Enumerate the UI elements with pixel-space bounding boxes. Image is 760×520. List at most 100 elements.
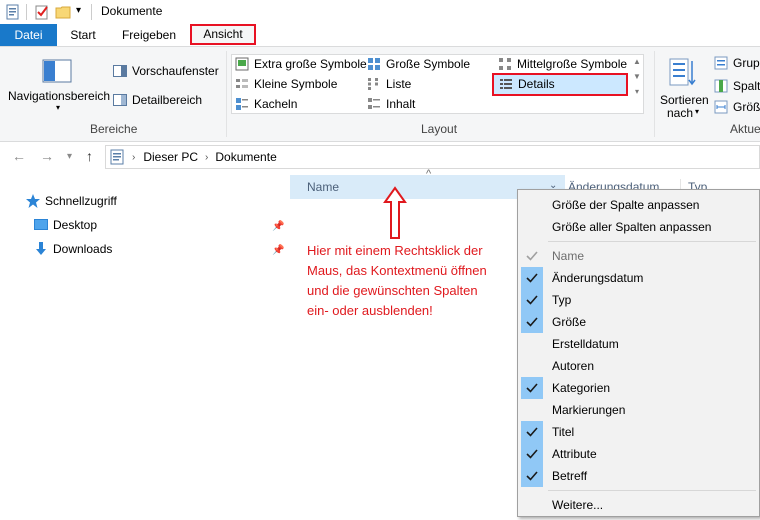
dropdown-arrow-icon: ▾: [695, 107, 700, 116]
medium-icons-icon: [499, 58, 511, 70]
menu-item-label: Kategorien: [552, 381, 611, 395]
bereiche-group-label: Bereiche: [90, 122, 138, 136]
forward-arrow-icon[interactable]: →: [40, 148, 54, 164]
menu-item-label: Änderungsdatum: [552, 271, 644, 285]
menu-item-label: Betreff: [552, 469, 588, 483]
detailbereich-label: Detailbereich: [132, 93, 203, 107]
menu-item-label: Markierungen: [552, 403, 626, 417]
menu-item-alle-spalten-anpassen[interactable]: Größe aller Spalten anpassen: [518, 216, 759, 238]
checkmark-icon: [521, 245, 543, 267]
checkmark-icon: [521, 311, 543, 333]
back-arrow-icon[interactable]: ←: [12, 148, 26, 164]
preview-pane-icon: [113, 65, 127, 77]
layout-kacheln[interactable]: Kacheln: [235, 95, 297, 113]
small-icons-icon: [236, 79, 248, 88]
checkmark-icon: [521, 421, 543, 443]
checkmark-icon: [521, 443, 543, 465]
annotation-line: Maus, das Kontextmenü öffnen: [307, 263, 487, 278]
menu-item-markierungen[interactable]: Markierungen: [518, 399, 759, 421]
menu-item-weitere[interactable]: Weitere...: [518, 494, 759, 516]
up-arrow-icon[interactable]: ↑: [86, 148, 93, 164]
menu-item-label: Attribute: [552, 447, 597, 461]
layout-extra-gross[interactable]: Extra große Symbole: [235, 55, 367, 73]
layout-item-label: Inhalt: [386, 97, 416, 111]
pin-icon[interactable]: 📌: [272, 221, 284, 232]
vorschaufenster-label: Vorschaufenster: [132, 64, 219, 78]
navigation-pane-icon: [42, 59, 72, 83]
menu-item-attribute[interactable]: Attribute: [518, 443, 759, 465]
spalten-label: Spalte: [733, 79, 760, 93]
details-pane-icon: [113, 94, 127, 106]
ribbon-tabs: Datei Start Freigeben Ansicht: [0, 24, 760, 46]
sortieren-label: Sortieren: [660, 93, 709, 107]
tab-datei[interactable]: Datei: [0, 24, 57, 46]
star-icon: [26, 194, 40, 208]
gruppieren-button[interactable]: Grupp: [714, 54, 760, 72]
chevron-right-icon: ›: [205, 151, 209, 163]
documents-icon: [110, 149, 124, 165]
layout-gross[interactable]: Große Symbole: [367, 55, 470, 73]
breadcrumb-dokumente[interactable]: Dokumente: [215, 150, 276, 164]
navigationsbereich-button[interactable]: Navigationsbereich ▾: [6, 57, 110, 112]
details-icon: [500, 79, 512, 89]
pin-icon[interactable]: 📌: [272, 245, 284, 256]
layout-liste[interactable]: Liste: [367, 75, 411, 93]
annotation-line: Hier mit einem Rechtsklick der: [307, 243, 483, 258]
properties-icon[interactable]: [5, 4, 21, 20]
chevron-right-icon: ›: [132, 151, 136, 163]
menu-item-kategorien[interactable]: Kategorien: [518, 377, 759, 399]
breadcrumb-dieser-pc[interactable]: Dieser PC: [143, 150, 198, 164]
column-context-menu: Größe der Spalte anpassen Größe aller Sp…: [517, 189, 760, 517]
vorschaufenster-button[interactable]: Vorschaufenster: [113, 62, 219, 80]
groesse-label: Größe: [733, 100, 760, 114]
tab-freigeben[interactable]: Freigeben: [115, 24, 183, 46]
spalten-button[interactable]: Spalte: [714, 77, 760, 95]
customize-qa-icon[interactable]: ▾: [76, 5, 81, 16]
menu-item-typ[interactable]: Typ: [518, 289, 759, 311]
gallery-scroll[interactable]: ▲ ▼ ▾: [631, 54, 643, 114]
navigationsbereich-label: Navigationsbereich: [8, 89, 111, 103]
address-bar[interactable]: › Dieser PC › Dokumente: [105, 145, 760, 169]
layout-details[interactable]: Details: [499, 75, 555, 93]
content-icon: [368, 98, 380, 109]
group-by-icon: [714, 56, 728, 70]
menu-item-spalte-anpassen[interactable]: Größe der Spalte anpassen: [518, 194, 759, 216]
menu-item-autoren[interactable]: Autoren: [518, 355, 759, 377]
new-folder-icon[interactable]: [55, 4, 71, 20]
add-columns-icon: [714, 79, 728, 93]
list-icon: [368, 78, 378, 90]
layout-item-label: Mittelgroße Symbole: [517, 57, 628, 71]
annotation-line: ein- oder ausblenden!: [307, 303, 433, 318]
navigation-bar: ← → ▾ ↑ › Dieser PC › Dokumente: [0, 143, 760, 171]
menu-item-titel[interactable]: Titel: [518, 421, 759, 443]
annotation-text: Hier mit einem Rechtsklick der Maus, das…: [307, 241, 517, 321]
menu-item-aenderungsdatum[interactable]: Änderungsdatum: [518, 267, 759, 289]
nach-label: nach: [667, 106, 694, 120]
tiles-icon: [236, 98, 248, 110]
nav-label: Schnellzugriff: [45, 194, 117, 208]
checkmark-icon: [521, 377, 543, 399]
groesse-button[interactable]: Größe: [714, 98, 760, 116]
annotation-arrow-icon: [383, 186, 407, 239]
nav-item-schnellzugriff[interactable]: Schnellzugriff: [25, 191, 117, 211]
tab-start[interactable]: Start: [57, 24, 109, 46]
navigation-pane: Schnellzugriff Desktop 📌 Downloads 📌: [0, 171, 290, 520]
recent-locations-icon[interactable]: ▾: [67, 151, 72, 162]
sort-icon: [669, 58, 696, 86]
sortieren-nach-button[interactable]: Sortieren nach ▾: [658, 55, 709, 120]
nav-item-downloads[interactable]: Downloads: [33, 239, 112, 259]
layout-klein[interactable]: Kleine Symbole: [235, 75, 337, 93]
menu-item-label: Name: [552, 249, 585, 263]
menu-item-erstelldatum[interactable]: Erstelldatum: [518, 333, 759, 355]
layout-item-label: Extra große Symbole: [254, 57, 367, 71]
gruppieren-label: Grupp: [733, 56, 760, 70]
check-properties-icon[interactable]: [34, 4, 50, 20]
detailbereich-button[interactable]: Detailbereich: [113, 91, 202, 109]
menu-item-groesse[interactable]: Größe: [518, 311, 759, 333]
tab-ansicht[interactable]: Ansicht: [190, 24, 256, 45]
layout-mittelgross[interactable]: Mittelgroße Symbole: [498, 55, 627, 73]
nav-item-desktop[interactable]: Desktop: [33, 215, 97, 235]
menu-item-betreff[interactable]: Betreff: [518, 465, 759, 487]
layout-inhalt[interactable]: Inhalt: [367, 95, 415, 113]
size-columns-icon: [714, 100, 728, 114]
